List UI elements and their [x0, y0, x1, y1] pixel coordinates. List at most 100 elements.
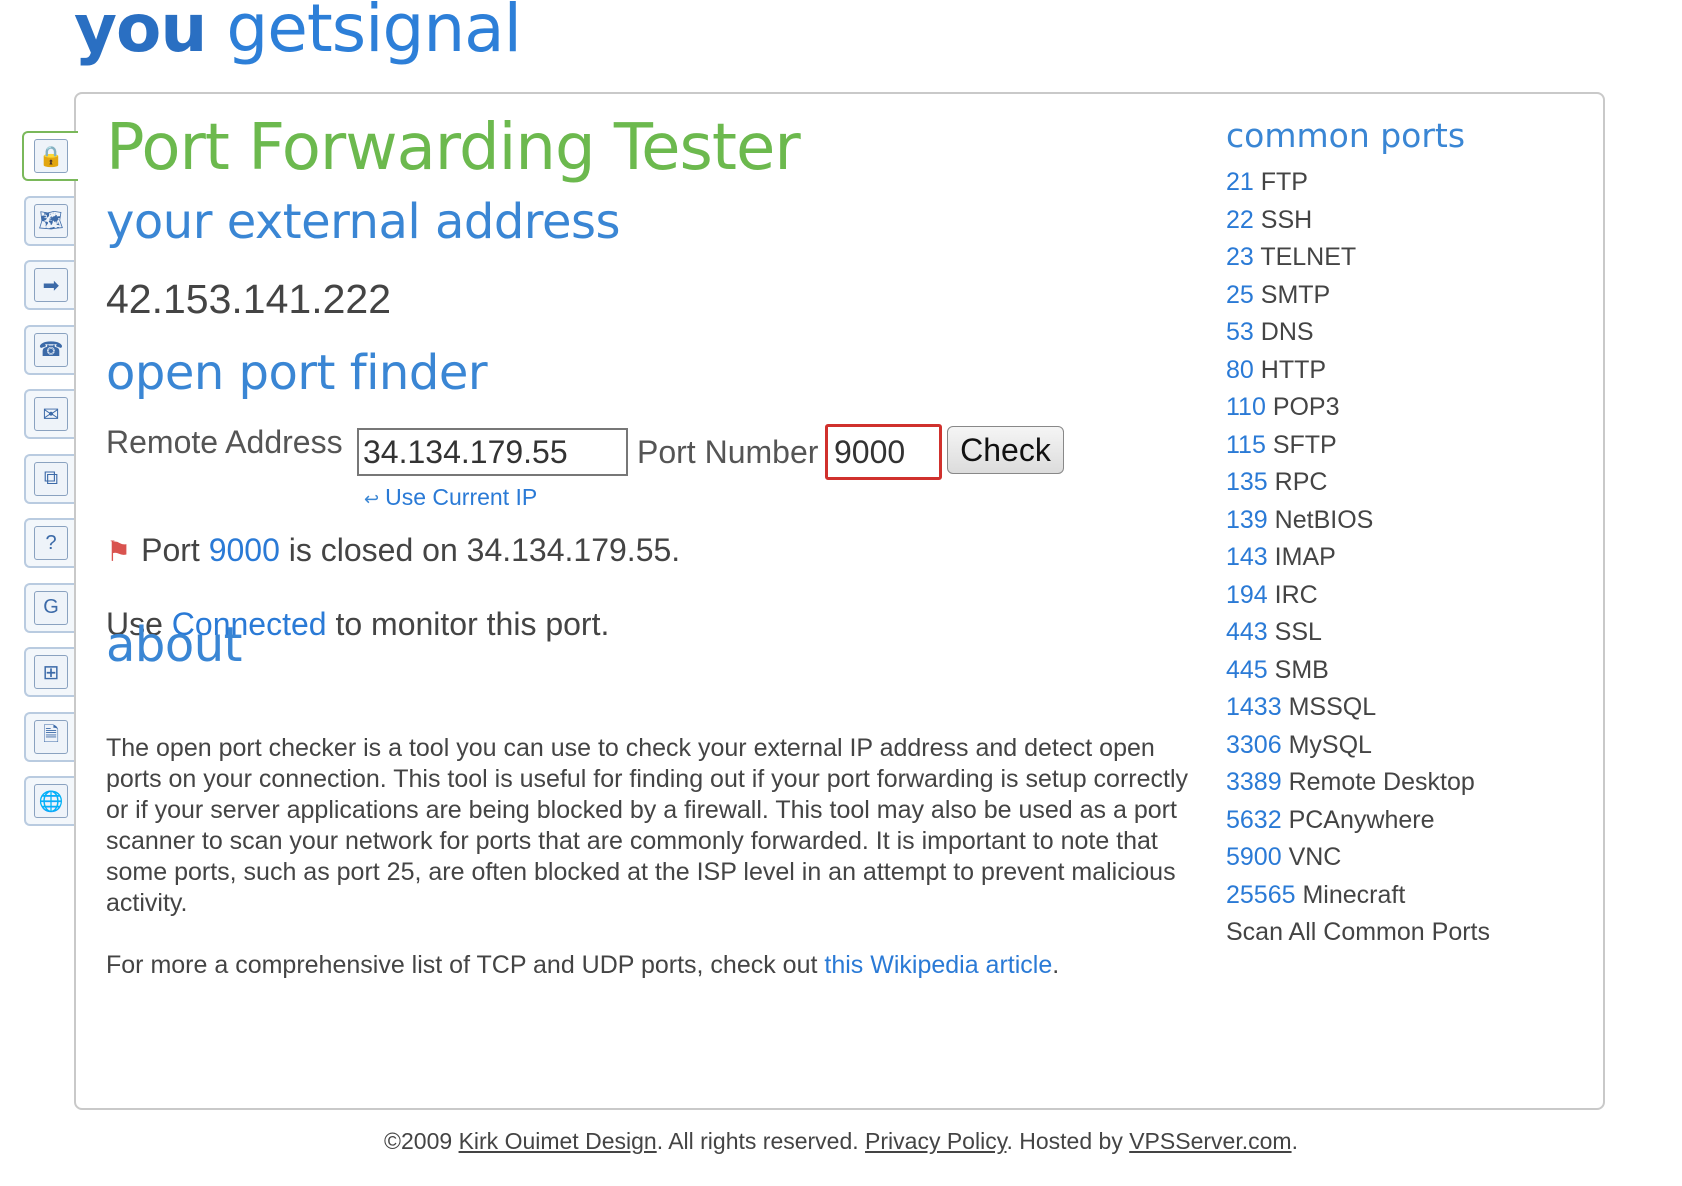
- network-icon: ⧉: [34, 461, 68, 496]
- side-tab-help[interactable]: ?: [24, 518, 76, 568]
- common-port-item: 25565 Minecraft: [1226, 881, 1490, 919]
- port-number-input[interactable]: [825, 424, 942, 480]
- common-port-item: 23 TELNET: [1226, 243, 1490, 281]
- common-port-number-link[interactable]: 5632: [1226, 806, 1282, 834]
- more-info-prefix: For more a comprehensive list of TCP and…: [106, 951, 818, 979]
- common-port-name: IMAP: [1274, 543, 1336, 571]
- side-tab-lock[interactable]: 🔒: [22, 131, 78, 181]
- common-port-name: SSL: [1274, 618, 1322, 646]
- side-tab-document[interactable]: 🗎: [24, 711, 76, 762]
- common-port-item: 135 RPC: [1226, 468, 1490, 506]
- page-title: Port Forwarding Tester: [106, 111, 801, 185]
- red-flag-icon: ⚑: [106, 536, 132, 567]
- footer-rights: . All rights reserved.: [656, 1128, 859, 1154]
- windows-icon: ⊞: [34, 655, 68, 689]
- document-icon: 🗎: [34, 719, 68, 754]
- common-port-name: VNC: [1288, 843, 1342, 871]
- common-port-name: SMTP: [1260, 280, 1331, 309]
- scan-all-common-ports-link[interactable]: Scan All Common Ports: [1226, 918, 1490, 946]
- common-port-name: MySQL: [1288, 730, 1372, 759]
- common-port-item: 21 FTP: [1226, 168, 1490, 206]
- common-port-number-link[interactable]: 25565: [1226, 881, 1296, 909]
- common-port-name: DNS: [1260, 318, 1314, 346]
- side-tab-map[interactable]: 🗺: [24, 195, 76, 246]
- common-port-number-link[interactable]: 3389: [1226, 768, 1282, 796]
- more-info-line: For more a comprehensive list of TCP and…: [106, 951, 1059, 980]
- common-port-number-link[interactable]: 110: [1226, 393, 1266, 421]
- common-port-item: 3389 Remote Desktop: [1226, 768, 1490, 806]
- common-port-number-link[interactable]: 115: [1226, 431, 1266, 459]
- common-port-number-link[interactable]: 135: [1226, 468, 1268, 496]
- common-port-number-link[interactable]: 80: [1226, 356, 1254, 384]
- common-port-item: 194 IRC: [1226, 581, 1490, 619]
- help-icon: ?: [34, 526, 68, 560]
- more-info-suffix: .: [1052, 951, 1060, 979]
- side-tab-google[interactable]: G: [24, 582, 76, 633]
- footer-privacy-link[interactable]: Privacy Policy: [865, 1128, 1006, 1154]
- common-port-number-link[interactable]: 21: [1226, 168, 1254, 196]
- common-port-number-link[interactable]: 53: [1226, 318, 1254, 346]
- globe-icon: 🌐: [34, 784, 68, 818]
- external-address-heading: your external address: [106, 194, 621, 250]
- common-port-number-link[interactable]: 1433: [1226, 693, 1282, 721]
- common-port-item: 443 SSL: [1226, 618, 1490, 656]
- common-port-number-link[interactable]: 443: [1226, 618, 1268, 646]
- common-port-name: NetBIOS: [1274, 505, 1374, 534]
- side-tab-windows[interactable]: ⊞: [24, 647, 76, 697]
- common-port-item: 80 HTTP: [1226, 356, 1490, 394]
- common-port-name: Minecraft: [1302, 880, 1406, 909]
- common-port-number-link[interactable]: 143: [1226, 543, 1268, 571]
- common-port-item: 53 DNS: [1226, 318, 1490, 356]
- about-paragraph: The open port checker is a tool you can …: [106, 734, 1189, 917]
- footer: ©2009 Kirk Ouimet Design. All rights res…: [0, 1128, 1682, 1155]
- port-result: ⚑ Port 9000 is closed on 34.134.179.55.: [106, 532, 680, 569]
- common-port-name: PCAnywhere: [1288, 805, 1435, 834]
- common-port-item: 5900 VNC: [1226, 843, 1490, 881]
- use-current-ip-label: Use Current IP: [385, 484, 538, 510]
- common-port-name: HTTP: [1260, 355, 1327, 384]
- common-port-number-link[interactable]: 445: [1226, 656, 1268, 684]
- common-port-name: SFTP: [1272, 430, 1337, 459]
- wikipedia-link[interactable]: this Wikipedia article: [824, 951, 1052, 979]
- common-ports-heading: common ports: [1226, 116, 1466, 155]
- side-tab-globe[interactable]: 🌐: [24, 776, 76, 826]
- common-port-number-link[interactable]: 23: [1226, 243, 1254, 271]
- side-tab-email[interactable]: ✉: [24, 389, 76, 439]
- side-tab-network[interactable]: ⧉: [24, 453, 76, 504]
- result-port-link[interactable]: 9000: [209, 532, 280, 568]
- remote-address-label: Remote Address: [106, 424, 343, 460]
- common-port-number-link[interactable]: 5900: [1226, 843, 1282, 871]
- common-port-name: SSH: [1260, 205, 1313, 234]
- about-heading: about: [106, 617, 243, 673]
- site-logo[interactable]: you getsignal: [74, 0, 522, 67]
- result-suffix: is closed on 34.134.179.55.: [288, 532, 681, 568]
- google-icon: G: [34, 590, 68, 625]
- map-icon: 🗺: [34, 203, 68, 238]
- side-tab-map-arrow[interactable]: ➡: [24, 260, 76, 310]
- common-port-number-link[interactable]: 3306: [1226, 731, 1282, 759]
- common-port-number-link[interactable]: 194: [1226, 581, 1268, 609]
- side-tab-phone[interactable]: ☎: [24, 324, 76, 375]
- logo-word-signal: signal: [331, 0, 522, 67]
- common-ports-list: 21 FTP 22 SSH 23 TELNET 25 SMTP 53 DNS 80 HTT…: [1226, 168, 1490, 956]
- common-port-item: 110 POP3: [1226, 393, 1490, 431]
- common-port-item: 143 IMAP: [1226, 543, 1490, 581]
- logo-word-get: get: [226, 0, 332, 67]
- open-port-finder-heading: open port finder: [106, 345, 488, 401]
- footer-host-link[interactable]: VPSServer.com: [1129, 1128, 1291, 1154]
- common-port-name: Remote Desktop: [1288, 768, 1475, 796]
- logo-word-you: you: [74, 0, 207, 67]
- common-port-number-link[interactable]: 139: [1226, 506, 1268, 534]
- phone-icon: ☎: [34, 332, 68, 367]
- check-button[interactable]: Check: [947, 426, 1064, 474]
- common-port-number-link[interactable]: 25: [1226, 281, 1254, 309]
- common-port-number-link[interactable]: 22: [1226, 206, 1254, 234]
- remote-address-input[interactable]: [357, 428, 628, 476]
- common-port-item: 5632 PCAnywhere: [1226, 806, 1490, 844]
- common-port-name: FTP: [1260, 168, 1308, 196]
- footer-author-link[interactable]: Kirk Ouimet Design: [459, 1128, 657, 1154]
- use-current-ip-link[interactable]: ↩ Use Current IP: [364, 484, 537, 511]
- result-prefix: Port: [141, 532, 200, 568]
- common-port-item: 139 NetBIOS: [1226, 506, 1490, 544]
- common-port-item: 25 SMTP: [1226, 281, 1490, 319]
